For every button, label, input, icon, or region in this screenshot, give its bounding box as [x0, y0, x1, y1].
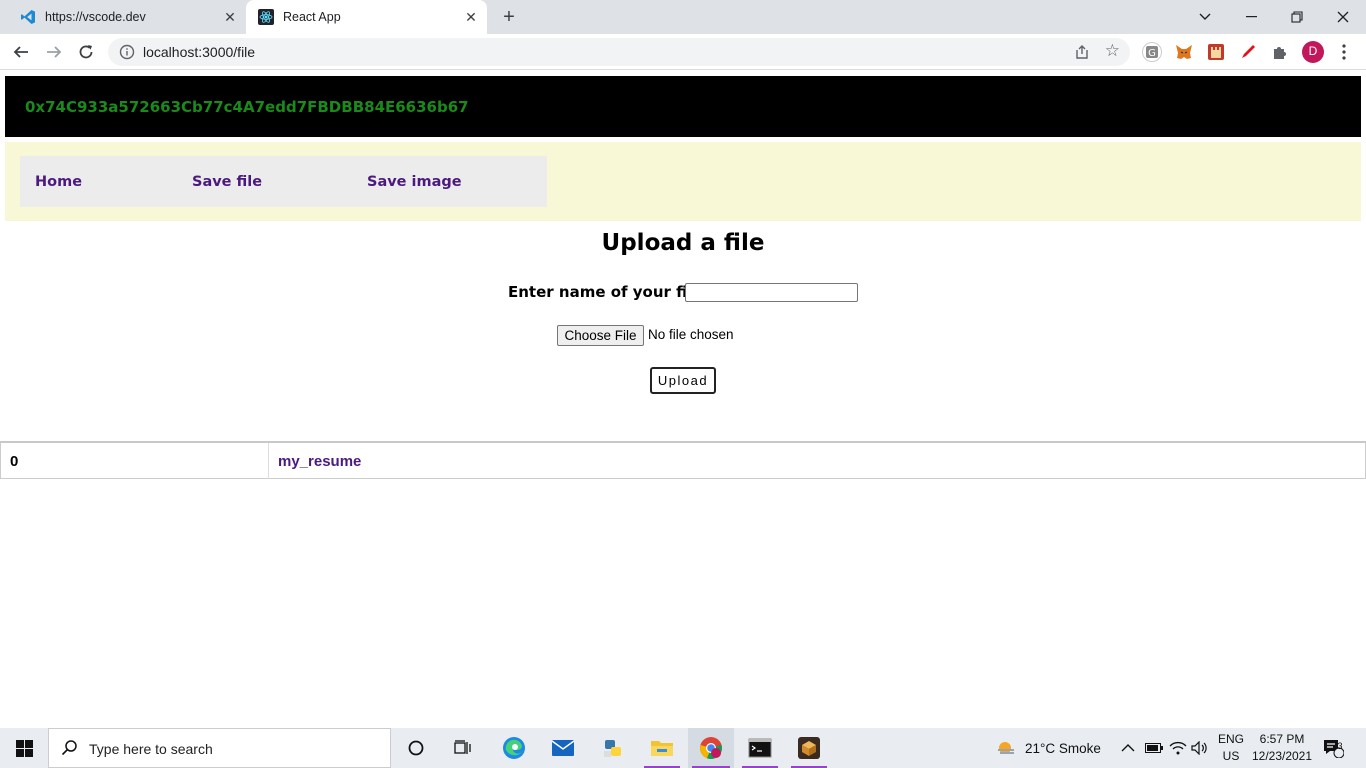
volume-icon[interactable]	[1191, 728, 1209, 768]
metamask-fox-icon[interactable]	[1174, 42, 1194, 62]
back-button[interactable]	[9, 40, 33, 64]
close-icon[interactable]: ✕	[220, 7, 240, 27]
tab-search-chevron-icon[interactable]	[1182, 0, 1228, 34]
info-icon[interactable]	[119, 44, 135, 60]
input-language[interactable]: ENG US	[1216, 731, 1246, 765]
taskbar-search-box[interactable]: Type here to search	[48, 728, 391, 768]
no-file-chosen-text: No file chosen	[648, 327, 734, 342]
package-app-icon[interactable]	[787, 728, 831, 768]
tab-react-app[interactable]: React App ✕	[246, 0, 487, 34]
close-icon[interactable]: ✕	[461, 7, 481, 27]
close-window-button[interactable]	[1320, 0, 1366, 34]
mail-icon[interactable]	[541, 728, 585, 768]
region-code: US	[1222, 749, 1240, 763]
reload-button[interactable]	[74, 40, 98, 64]
address-bar[interactable]: localhost:3000/file ☆	[108, 38, 1130, 66]
tab-title: https://vscode.dev	[45, 10, 146, 24]
forward-button[interactable]	[42, 40, 66, 64]
pen-extension-icon[interactable]	[1238, 42, 1258, 62]
nav-bar: Home Save file Save image	[20, 156, 547, 207]
file-name-link[interactable]: my_resume	[278, 453, 361, 470]
search-icon	[61, 739, 79, 762]
weather-sun-icon	[998, 742, 1014, 754]
wifi-icon[interactable]	[1169, 728, 1187, 768]
clock-time: 6:57 PM	[1259, 732, 1305, 746]
profile-avatar[interactable]: D	[1302, 41, 1324, 63]
browser-tab-strip: https://vscode.dev ✕ React App ✕ +	[0, 0, 1366, 34]
search-placeholder: Type here to search	[89, 741, 213, 757]
account-address: 0x74C933a572663Cb77c4A7edd7FBDBB84E6636b…	[25, 98, 469, 116]
system-clock[interactable]: 6:57 PM 12/23/2021	[1247, 731, 1317, 765]
nav-link-save-image[interactable]: Save image	[367, 174, 462, 190]
react-app-page: 0x74C933a572663Cb77c4A7edd7FBDBB84E6636b…	[0, 70, 1366, 728]
react-icon	[258, 9, 274, 25]
python-icon[interactable]	[591, 728, 635, 768]
svg-text:G: G	[1148, 48, 1156, 59]
edge-browser-icon[interactable]	[492, 728, 536, 768]
profile-initial: D	[1308, 44, 1318, 58]
windows-start-icon[interactable]	[0, 728, 48, 768]
grammarly-extension-icon[interactable]: G	[1142, 42, 1162, 62]
weather-widget[interactable]: 21°C Smoke	[995, 728, 1101, 768]
file-name-label: Enter name of your file	[508, 283, 703, 301]
file-id: 0	[10, 453, 19, 470]
address-url: localhost:3000/file	[143, 44, 256, 60]
upload-button[interactable]: Upload	[650, 367, 716, 394]
file-name-input[interactable]	[685, 283, 858, 302]
chrome-icon[interactable]	[688, 728, 734, 768]
weather-text: 21°C Smoke	[1025, 740, 1101, 756]
nav-link-home[interactable]: Home	[35, 174, 82, 190]
battery-icon[interactable]	[1145, 728, 1163, 768]
show-hidden-icons-icon[interactable]	[1121, 728, 1135, 768]
notification-count: 3	[1337, 741, 1343, 751]
task-view-icon[interactable]	[441, 728, 485, 768]
choose-file-button[interactable]: Choose File	[557, 325, 644, 346]
nav-panel: Home Save file Save image	[5, 142, 1361, 221]
account-header: 0x74C933a572663Cb77c4A7edd7FBDBB84E6636b…	[5, 76, 1361, 137]
notifications-icon[interactable]: 3	[1322, 728, 1344, 768]
language-code: ENG	[1217, 732, 1244, 746]
minimize-button[interactable]	[1228, 0, 1274, 34]
windows-taskbar: Type here to search 21°C Smoke ENG US 6:…	[0, 728, 1366, 768]
clock-date: 12/23/2021	[1251, 749, 1313, 763]
browser-toolbar: localhost:3000/file ☆ G D	[0, 34, 1366, 70]
extension-castle-icon[interactable]	[1206, 42, 1226, 62]
new-tab-button[interactable]: +	[498, 6, 520, 28]
file-explorer-icon[interactable]	[640, 728, 684, 768]
cortana-icon[interactable]	[394, 728, 438, 768]
table-cell-id: 0	[1, 443, 269, 479]
vscode-icon	[20, 9, 36, 25]
page-title: Upload a file	[601, 230, 765, 256]
share-icon[interactable]	[1074, 44, 1090, 60]
tab-vscode[interactable]: https://vscode.dev ✕	[8, 0, 246, 34]
extensions-puzzle-icon[interactable]	[1270, 42, 1290, 62]
command-prompt-icon[interactable]	[738, 728, 782, 768]
tab-title: React App	[283, 10, 341, 24]
files-table: 0 my_resume	[0, 441, 1366, 479]
bookmark-star-icon[interactable]: ☆	[1105, 42, 1120, 60]
restore-button[interactable]	[1274, 0, 1320, 34]
chrome-menu-icon[interactable]	[1334, 42, 1354, 62]
nav-link-save-file[interactable]: Save file	[192, 174, 262, 190]
